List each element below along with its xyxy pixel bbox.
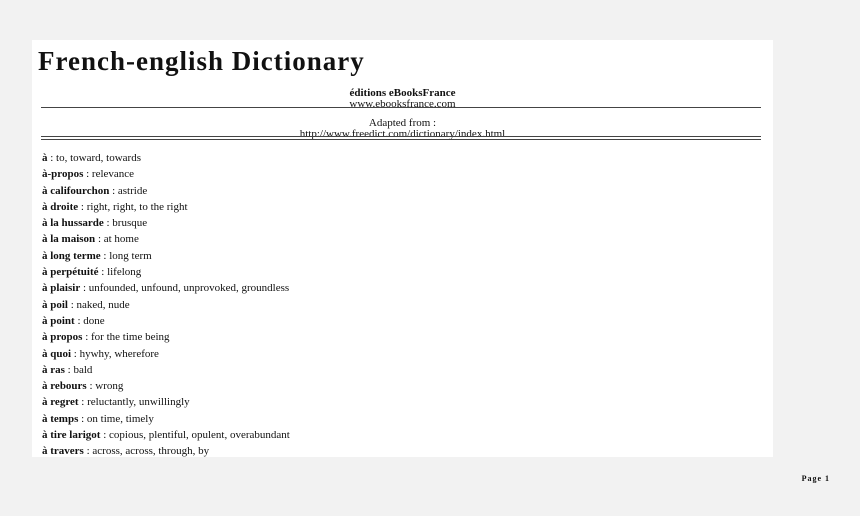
divider: [41, 139, 761, 140]
entry-definition: : naked, nude: [67, 298, 130, 311]
entry-term: à poil: [42, 298, 68, 311]
dictionary-entry: à ras : bald: [42, 362, 290, 378]
dictionary-entry: à la maison : at home: [42, 231, 290, 247]
entry-term: à ras: [42, 363, 65, 376]
entry-definition: : across, across, through, by: [83, 445, 210, 458]
entry-definition: : done: [74, 314, 105, 327]
entry-term: à-propos: [42, 168, 84, 181]
entry-term: à long terme: [42, 249, 101, 262]
entry-term: à point: [42, 314, 75, 327]
entry-definition: : unfounded, unfound, unprovoked, ground…: [80, 282, 290, 295]
entry-term: à droite: [42, 200, 79, 213]
entry-definition: : to, toward, towards: [47, 152, 141, 164]
entry-term: à propos: [42, 331, 83, 344]
entry-term: à perpétuité: [42, 266, 99, 279]
page-number: Page 1: [801, 474, 830, 483]
dictionary-entry: à propos : for the time being: [42, 329, 290, 345]
entry-definition: : copious, plentiful, opulent, overabund…: [100, 429, 290, 442]
divider: [41, 136, 761, 137]
entry-term: à plaisir: [42, 282, 81, 295]
dictionary-entry: à poil : naked, nude: [42, 297, 290, 313]
entry-definition: : bald: [64, 363, 93, 376]
dictionary-entry: à la hussarde : brusque: [42, 215, 290, 231]
entry-term: à la maison: [42, 233, 96, 246]
document-page: French-english Dictionary éditions eBook…: [32, 40, 773, 457]
dictionary-entry: à point : done: [42, 313, 290, 329]
entry-definition: : at home: [95, 233, 139, 246]
entry-list: à : to, toward, towards à-propos : releva…: [42, 150, 290, 460]
dictionary-entry: à perpétuité : lifelong: [42, 264, 290, 280]
entry-definition: : wrong: [86, 380, 124, 393]
entry-definition: : reluctantly, unwillingly: [78, 396, 190, 409]
entry-term: à quoi: [42, 347, 72, 360]
dictionary-entry: à califourchon : astride: [42, 183, 290, 199]
dictionary-entry: à : to, toward, towards: [42, 150, 290, 166]
entry-definition: : astride: [109, 184, 148, 197]
dictionary-entry: à travers : across, across, through, by: [42, 443, 290, 459]
divider: [41, 107, 761, 108]
entry-definition: : on time, timely: [78, 412, 154, 425]
dictionary-entry: à-propos : relevance: [42, 166, 290, 182]
dictionary-entry: à plaisir : unfounded, unfound, unprovok…: [42, 280, 290, 296]
entry-term: à temps: [42, 412, 79, 425]
dictionary-entry: à rebours : wrong: [42, 378, 290, 394]
entry-definition: : brusque: [103, 217, 148, 230]
entry-term: à califourchon: [42, 184, 110, 197]
entry-term: à regret: [42, 396, 79, 409]
entry-term: à la hussarde: [42, 217, 104, 230]
dictionary-entry: à regret : reluctantly, unwillingly: [42, 394, 290, 410]
publisher-url: www.ebooksfrance.com: [349, 98, 456, 110]
entry-term: à travers: [42, 445, 84, 458]
dictionary-entry: à quoi : hywhy, wherefore: [42, 346, 290, 362]
dictionary-entry: à temps : on time, timely: [42, 411, 290, 427]
entry-definition: : lifelong: [98, 266, 142, 279]
dictionary-entry: à long terme : long term: [42, 248, 290, 264]
entry-term: à tire larigot: [42, 429, 101, 442]
entry-definition: : right, right, to the right: [78, 200, 188, 213]
dictionary-entry: à droite : right, right, to the right: [42, 199, 290, 215]
entry-definition: : relevance: [83, 168, 135, 181]
entry-definition: : long term: [100, 249, 152, 262]
entry-term: à rebours: [42, 380, 87, 393]
document-title: French-english Dictionary: [38, 46, 365, 76]
dictionary-entry: à tire larigot : copious, plentiful, opu…: [42, 427, 290, 443]
entry-definition: : for the time being: [82, 331, 170, 344]
entry-definition: : hywhy, wherefore: [71, 347, 159, 360]
